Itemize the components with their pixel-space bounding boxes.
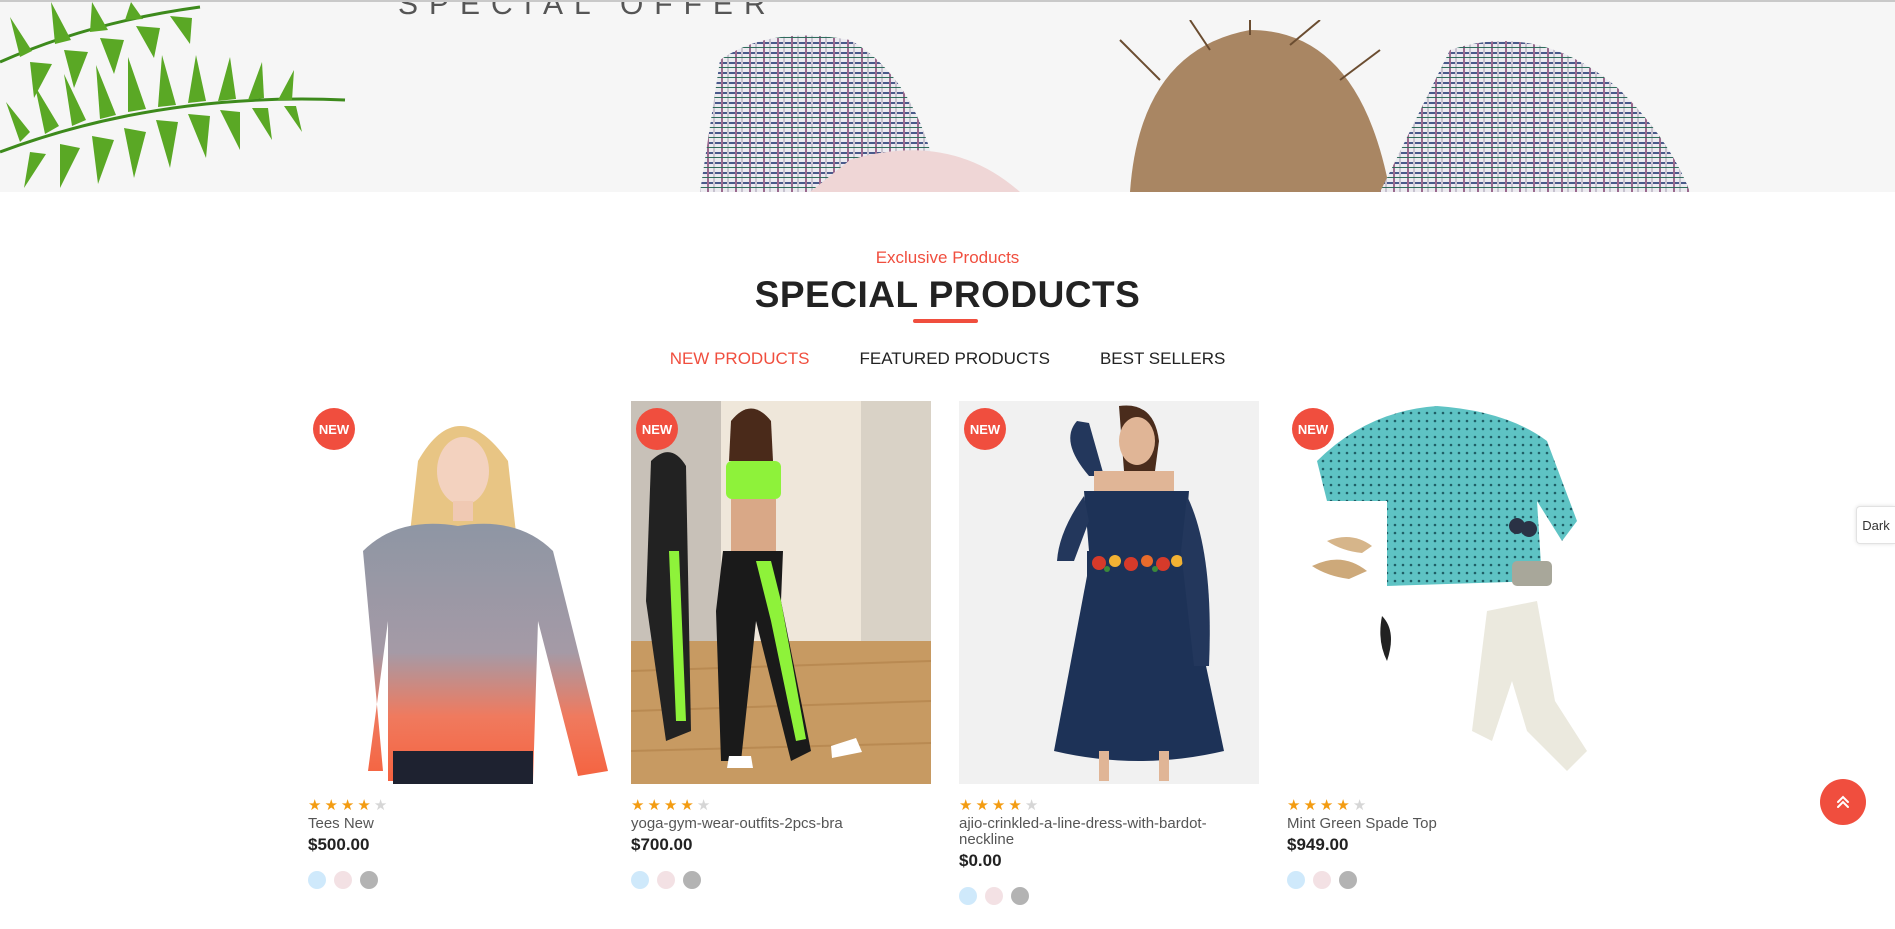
swatch-light-blue[interactable]	[1287, 871, 1305, 889]
product-name[interactable]: Tees New	[308, 816, 608, 832]
swatch-grey[interactable]	[1339, 871, 1357, 889]
section-subtitle: Exclusive Products	[875, 248, 1020, 267]
product-price: $0.00	[959, 851, 1002, 870]
swatch-grey[interactable]	[1011, 887, 1029, 905]
swatch-light-blue[interactable]	[959, 887, 977, 905]
star-icon: ★	[991, 797, 1006, 814]
product-price: $949.00	[1287, 835, 1349, 854]
color-swatches	[631, 871, 931, 889]
fern-leaf-image	[0, 2, 346, 188]
color-swatches	[308, 871, 608, 889]
swatch-light-pink[interactable]	[1313, 871, 1331, 889]
product-name[interactable]: Mint Green Spade Top	[1287, 816, 1587, 832]
new-badge: NEW	[964, 408, 1006, 450]
new-badge: NEW	[636, 408, 678, 450]
yoga-gym-outfit-image	[631, 401, 931, 784]
product-image[interactable]: NEW	[308, 401, 608, 784]
tab-featured-products[interactable]: FEATURED PRODUCTS	[859, 349, 1049, 369]
tab-best-sellers[interactable]: BEST SELLERS	[1100, 349, 1225, 369]
star-icon: ★	[1287, 797, 1301, 814]
swatch-light-blue[interactable]	[308, 871, 326, 889]
product-card[interactable]: NEW ★ ★ ★ ★ ★ Tees New $500.00	[308, 401, 608, 889]
product-card[interactable]: NEW ★ ★ ★ ★ ★ ajio-crinkled-a-line-dress…	[959, 401, 1259, 905]
star-icon: ★	[308, 797, 322, 814]
star-icon: ★	[647, 797, 661, 814]
product-price: $700.00	[631, 835, 693, 854]
star-rating: ★ ★ ★ ★ ★	[1287, 798, 1587, 814]
product-image[interactable]: NEW	[631, 401, 931, 784]
star-rating: ★ ★ ★ ★ ★	[308, 798, 608, 814]
swatch-light-blue[interactable]	[631, 871, 649, 889]
star-icon: ★	[663, 797, 678, 814]
model-grey-orange-tee-image	[363, 426, 608, 784]
color-swatches	[959, 887, 1259, 905]
color-swatches	[1287, 871, 1587, 889]
banner-title: SPECIAL OFFER	[398, 0, 777, 21]
star-icon: ★	[1303, 797, 1317, 814]
star-rating: ★ ★ ★ ★ ★	[631, 798, 931, 814]
product-image[interactable]: NEW	[1287, 401, 1587, 784]
section-title: SPECIAL PRODUCTS	[754, 274, 1141, 315]
star-icon: ★	[975, 797, 989, 814]
star-icon: ★	[959, 797, 973, 814]
promo-banner: SPECIAL OFFER	[0, 0, 1895, 192]
swatch-light-pink[interactable]	[657, 871, 675, 889]
product-card[interactable]: NEW ★ ★ ★ ★ ★ yoga-gym-wear-outfits-2pcs…	[631, 401, 931, 889]
star-icon: ★	[1336, 797, 1350, 814]
star-empty-icon: ★	[1352, 797, 1367, 814]
product-tabs: NEW PRODUCTS FEATURED PRODUCTS BEST SELL…	[0, 349, 1895, 369]
fashion-model-banner-image	[700, 20, 1690, 192]
product-card[interactable]: NEW ★ ★ ★ ★ ★ Mint Green Spade Top $949.…	[1287, 401, 1587, 889]
swatch-light-pink[interactable]	[985, 887, 1003, 905]
product-price: $500.00	[308, 835, 370, 854]
star-empty-icon: ★	[373, 797, 388, 814]
star-icon: ★	[631, 797, 645, 814]
star-icon: ★	[340, 797, 355, 814]
star-icon: ★	[324, 797, 338, 814]
swatch-grey[interactable]	[683, 871, 701, 889]
scroll-to-top-button[interactable]	[1820, 779, 1866, 825]
double-chevron-up-icon	[1837, 795, 1849, 808]
mint-green-spade-top-flatlay-image	[1312, 406, 1587, 771]
star-icon: ★	[1008, 797, 1022, 814]
star-icon: ★	[1319, 797, 1334, 814]
new-badge: NEW	[313, 408, 355, 450]
product-image[interactable]: NEW	[959, 401, 1259, 784]
swatch-light-pink[interactable]	[334, 871, 352, 889]
title-underline-divider	[913, 319, 978, 323]
navy-bardot-dress-image	[959, 401, 1259, 784]
tab-new-products[interactable]: NEW PRODUCTS	[670, 349, 810, 369]
star-empty-icon: ★	[696, 797, 711, 814]
star-icon: ★	[680, 797, 694, 814]
star-rating: ★ ★ ★ ★ ★	[959, 798, 1259, 814]
dark-mode-toggle[interactable]: Dark	[1856, 506, 1895, 544]
product-name[interactable]: ajio-crinkled-a-line-dress-with-bardot-n…	[959, 816, 1229, 848]
swatch-grey[interactable]	[360, 871, 378, 889]
new-badge: NEW	[1292, 408, 1334, 450]
product-name[interactable]: yoga-gym-wear-outfits-2pcs-bra	[631, 816, 931, 832]
star-empty-icon: ★	[1024, 797, 1039, 814]
star-icon: ★	[357, 797, 371, 814]
